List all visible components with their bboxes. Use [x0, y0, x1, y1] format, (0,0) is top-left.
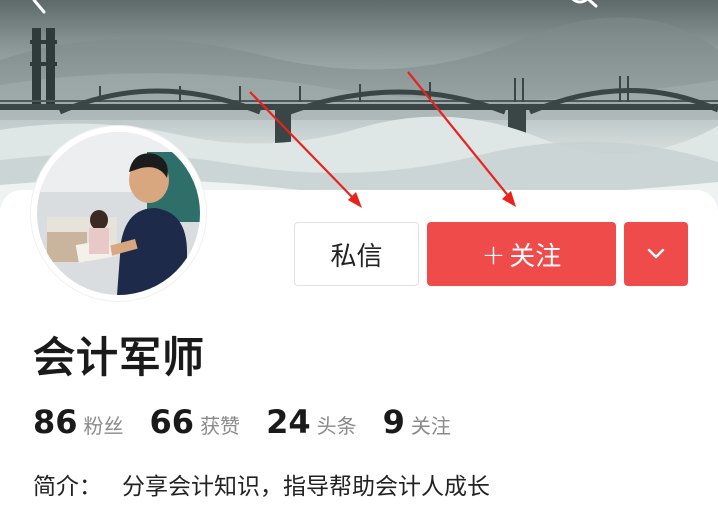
- stat-label: 头条: [316, 414, 357, 438]
- profile-name: 会计军师: [33, 333, 206, 382]
- stat-fans[interactable]: 86 粉丝: [33, 403, 124, 441]
- stat-likes[interactable]: 66 获赞: [150, 403, 241, 441]
- stat-count: 66: [149, 403, 195, 441]
- bio-label: 简介：: [33, 474, 102, 500]
- chevron-left-icon[interactable]: [22, 0, 62, 16]
- stat-label: 获赞: [200, 414, 241, 438]
- profile-stats: 86 粉丝 66 获赞 24 头条 9 关注: [33, 403, 477, 441]
- follow-button[interactable]: + 关注: [427, 222, 616, 286]
- more-options-button[interactable]: [624, 222, 688, 286]
- message-button[interactable]: 私信: [294, 222, 419, 286]
- stat-following[interactable]: 9 关注: [383, 403, 451, 441]
- stat-label: 粉丝: [83, 414, 124, 438]
- stat-count: 24: [266, 403, 311, 441]
- stat-label: 关注: [410, 414, 451, 438]
- chevron-down-icon: [647, 248, 665, 259]
- profile-bio: 简介： 分享会计知识，指导帮助会计人成长: [33, 467, 490, 501]
- stat-count: 86: [33, 403, 78, 441]
- stat-articles[interactable]: 24 头条: [266, 403, 357, 441]
- follow-button-label: 关注: [509, 241, 562, 272]
- bio-text: 分享会计知识，指导帮助会计人成长: [122, 474, 490, 500]
- message-button-label: 私信: [330, 241, 383, 272]
- avatar-photo: [37, 132, 200, 295]
- plus-icon: +: [481, 237, 506, 271]
- search-icon[interactable]: [562, 0, 602, 16]
- avatar[interactable]: [31, 126, 206, 301]
- stat-count: 9: [382, 403, 405, 441]
